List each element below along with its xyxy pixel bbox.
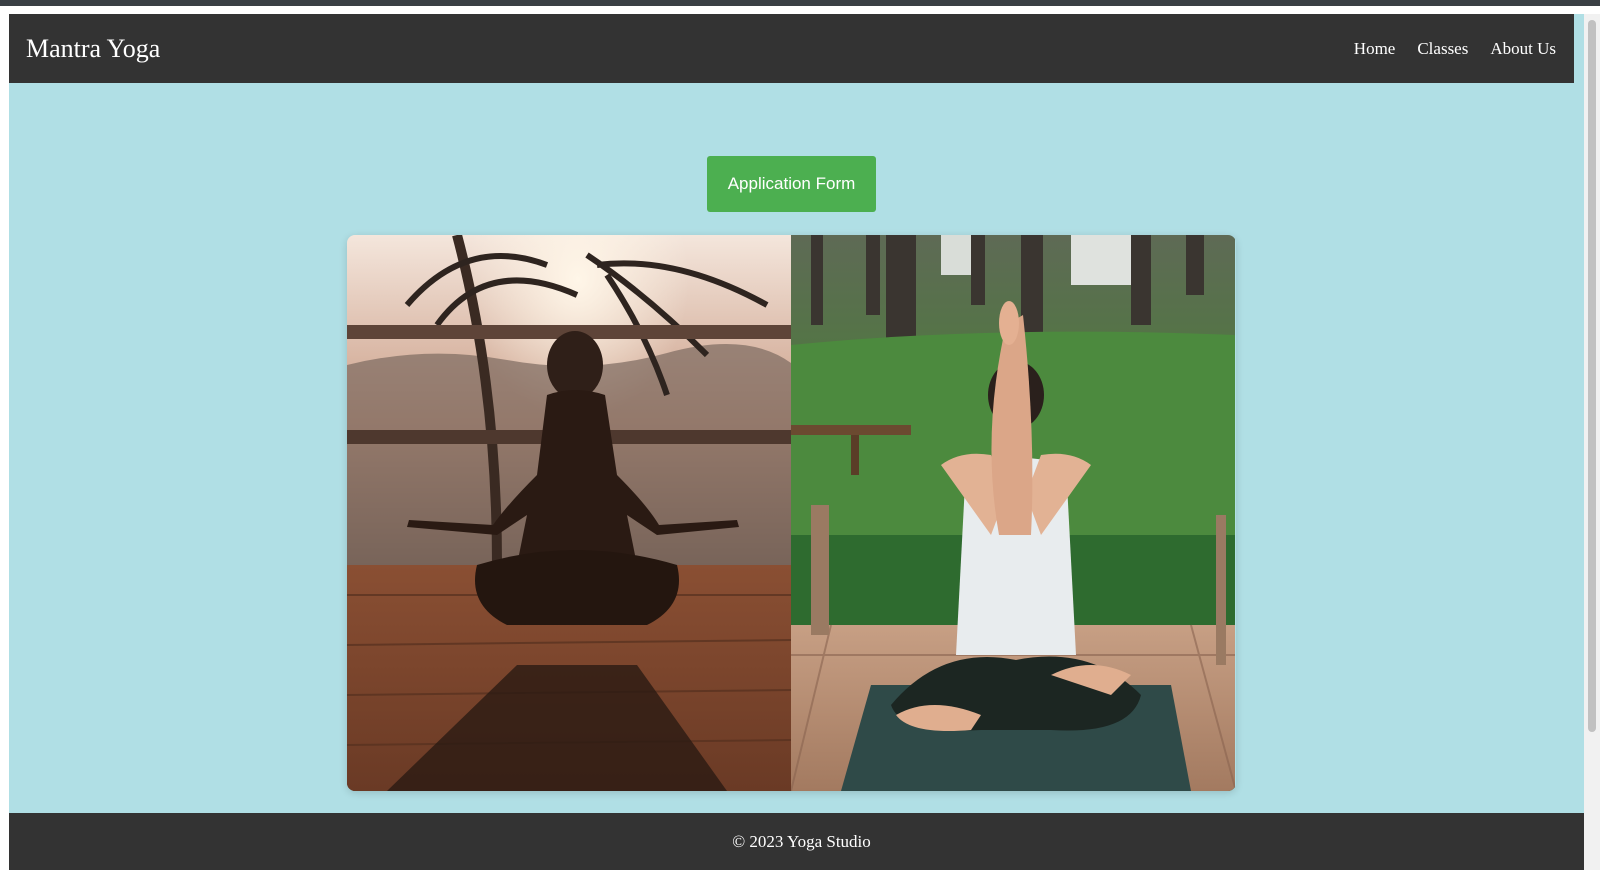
nav-classes-link[interactable]: Classes [1417, 39, 1468, 59]
browser-top-strip [0, 0, 1600, 6]
footer: © 2023 Yoga Studio [9, 813, 1584, 870]
meditation-sunset-image [347, 235, 791, 791]
footer-copyright: © 2023 Yoga Studio [732, 832, 871, 851]
application-form-button[interactable]: Application Form [707, 156, 876, 212]
photo-gallery [347, 235, 1236, 791]
vertical-scrollbar[interactable] [1584, 14, 1600, 870]
navbar: Mantra Yoga Home Classes About Us [9, 14, 1574, 83]
eagle-arms-yoga-image [791, 235, 1235, 791]
page: Mantra Yoga Home Classes About Us Applic… [9, 14, 1584, 870]
nav-about-link[interactable]: About Us [1490, 39, 1556, 59]
meditation-sunset-photo [347, 235, 791, 791]
scrollbar-thumb[interactable] [1588, 20, 1596, 732]
brand-logo[interactable]: Mantra Yoga [26, 14, 160, 83]
nav-links: Home Classes About Us [1354, 14, 1556, 83]
nav-home-link[interactable]: Home [1354, 39, 1396, 59]
eagle-arms-yoga-photo [791, 235, 1235, 791]
